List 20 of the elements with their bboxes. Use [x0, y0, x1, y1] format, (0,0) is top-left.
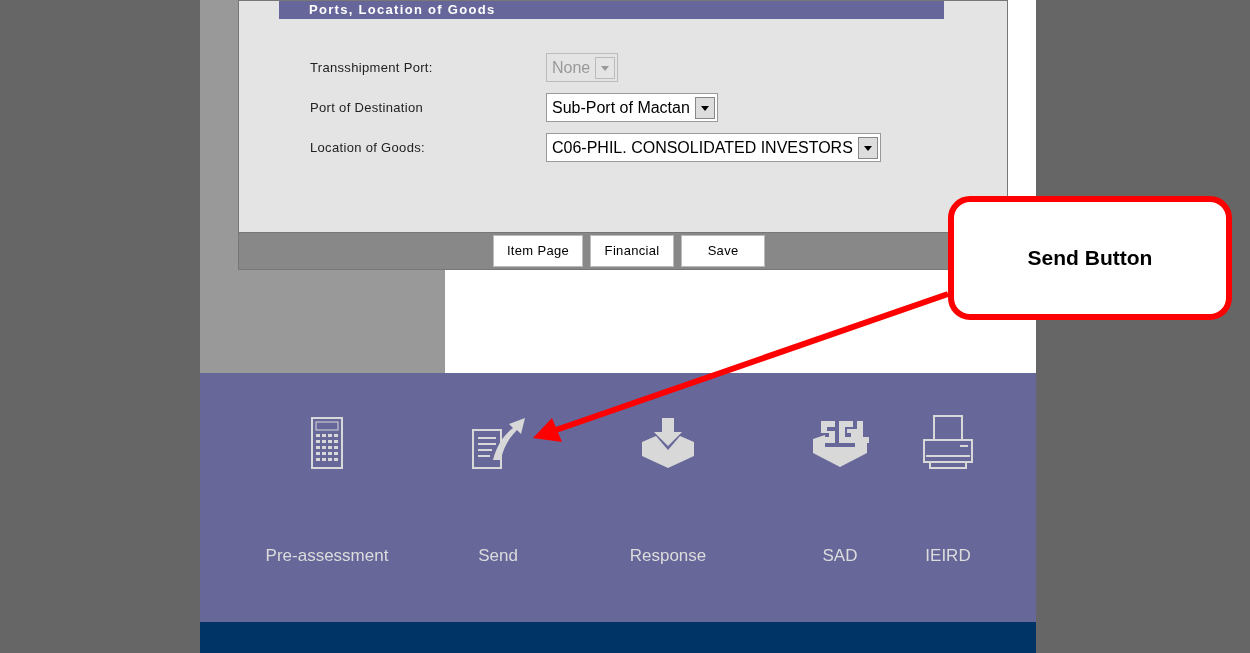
- calculator-icon: [311, 417, 343, 469]
- caret-icon: [595, 56, 616, 79]
- caret-icon: [694, 96, 715, 119]
- form-button[interactable]: Item Page: [492, 235, 584, 267]
- caret-icon: [857, 136, 878, 159]
- callout-tooltip: Send Button: [948, 196, 1232, 320]
- inbox-download-icon: [640, 418, 696, 468]
- nav-action[interactable]: Send: [428, 413, 568, 569]
- dropdown-field[interactable]: C06-PHIL. CONSOLIDATED INVESTORS: [546, 133, 881, 162]
- dropdown-field[interactable]: Sub-Port of Mactan: [546, 93, 718, 122]
- section-header: Ports, Location of Goods: [279, 1, 944, 19]
- nav-action[interactable]: Pre-assessment: [257, 413, 397, 569]
- field-label: Location of Goods:: [310, 138, 426, 157]
- printer-icon: [922, 415, 974, 471]
- document-arrow-icon: [471, 416, 525, 470]
- form-button[interactable]: Save: [681, 235, 766, 267]
- form-button[interactable]: Financial: [590, 235, 675, 267]
- field-label: Port of Destination: [310, 98, 425, 117]
- field-label: Transshipment Port:: [310, 58, 434, 77]
- nav-action[interactable]: Response: [598, 413, 738, 569]
